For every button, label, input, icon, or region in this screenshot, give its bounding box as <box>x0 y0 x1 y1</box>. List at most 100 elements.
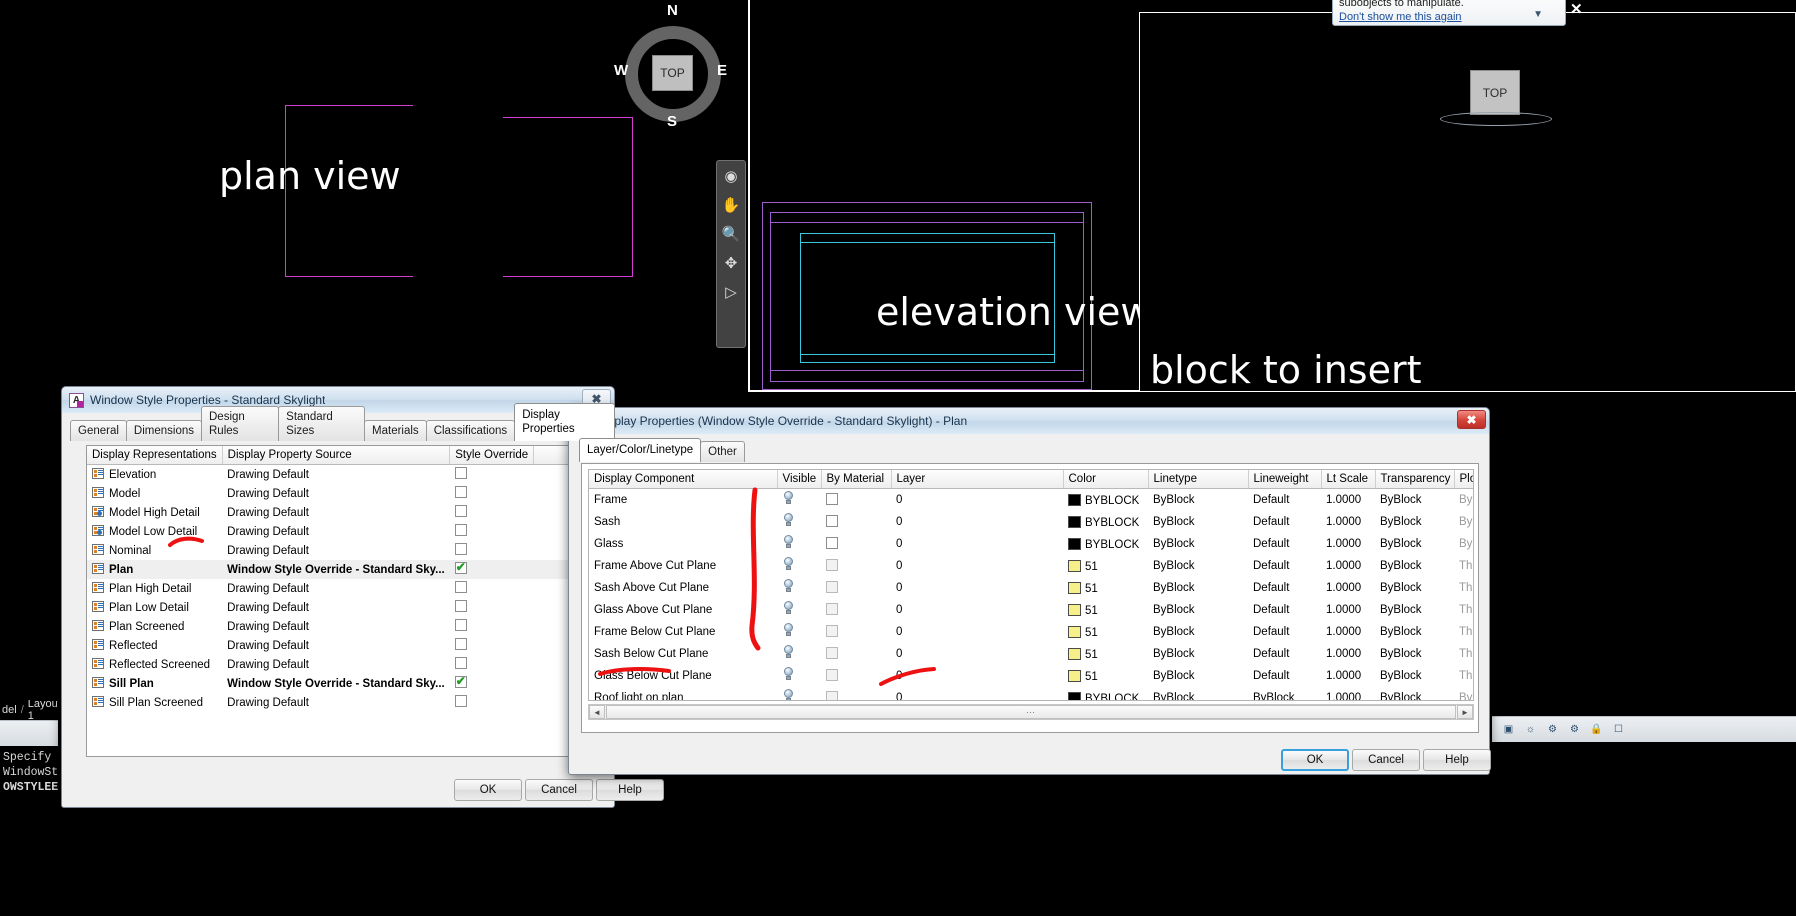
by-material-checkbox[interactable] <box>826 492 838 505</box>
table-row[interactable]: Sill Plan Screened Drawing Default <box>87 693 591 712</box>
tab-other[interactable]: Other <box>700 441 745 462</box>
style-override-checkbox[interactable] <box>454 581 467 593</box>
transparency-value[interactable]: ByBlock <box>1375 643 1454 665</box>
visible-bulb-icon[interactable] <box>782 645 795 660</box>
lock-icon[interactable]: 🔒 <box>1588 722 1605 738</box>
orbit-icon[interactable]: ✥ <box>718 252 744 274</box>
display-properties-cancel-button[interactable]: Cancel <box>1352 749 1420 771</box>
table-row[interactable]: Model Low Detail Drawing Default <box>87 522 591 541</box>
by-material-checkbox[interactable] <box>826 536 838 549</box>
showmotion-icon[interactable]: ▷ <box>718 281 744 303</box>
linetype-value[interactable]: ByBlock <box>1148 621 1248 643</box>
balloon-close-icon[interactable]: ✕ <box>1570 0 1583 18</box>
linetype-value[interactable]: ByBlock <box>1148 533 1248 555</box>
lt-scale-value[interactable]: 1.0000 <box>1321 687 1375 700</box>
style-override-checkbox[interactable] <box>454 657 467 669</box>
visible-bulb-icon[interactable] <box>782 601 795 616</box>
linetype-value[interactable]: ByBlock <box>1148 643 1248 665</box>
table-row-selected[interactable]: Plan Window Style Override - Standard Sk… <box>87 560 591 579</box>
lineweight-value[interactable]: Default <box>1248 533 1321 555</box>
transparency-value[interactable]: ByBlock <box>1375 665 1454 687</box>
lt-scale-value[interactable]: 1.0000 <box>1321 577 1375 599</box>
tab-design-rules[interactable]: Design Rules <box>201 406 280 441</box>
table-row[interactable]: Sash Above Cut Plane 0 51 ByBlock Defaul… <box>589 577 1473 599</box>
layer-value[interactable]: 0 <box>891 489 1063 512</box>
transparency-value[interactable]: ByBlock <box>1375 687 1454 700</box>
style-override-checkbox[interactable] <box>454 619 467 631</box>
table-row[interactable]: Nominal Drawing Default <box>87 541 591 560</box>
layer-value[interactable]: 0 <box>891 599 1063 621</box>
lt-scale-value[interactable]: 1.0000 <box>1321 665 1375 687</box>
style-override-checkbox[interactable] <box>454 467 467 479</box>
window-style-cancel-button[interactable]: Cancel <box>525 779 593 801</box>
layer-value[interactable]: 0 <box>891 577 1063 599</box>
lineweight-value[interactable]: Default <box>1248 577 1321 599</box>
visible-bulb-icon[interactable] <box>782 623 795 638</box>
by-material-checkbox[interactable] <box>826 624 838 637</box>
style-override-checkbox[interactable] <box>454 486 467 498</box>
display-properties-close-button[interactable]: ✖ <box>1457 410 1486 429</box>
layout-tab-layout1[interactable]: Layout 1 <box>28 700 58 720</box>
tab-display-properties[interactable]: Display Properties <box>514 403 615 441</box>
annotation-visibility-icon[interactable]: ☼ <box>1522 722 1539 738</box>
layer-value[interactable]: 0 <box>891 555 1063 577</box>
visible-bulb-icon[interactable] <box>782 513 795 528</box>
scroll-right-arrow-icon[interactable]: ► <box>1457 705 1473 719</box>
table-row[interactable]: Frame 0 BYBLOCK ByBlock Default 1.0000 B… <box>589 489 1473 512</box>
table-row[interactable]: Reflected Screened Drawing Default <box>87 655 591 674</box>
transparency-value[interactable]: ByBlock <box>1375 577 1454 599</box>
table-row[interactable]: Model High Detail Drawing Default <box>87 503 591 522</box>
lineweight-value[interactable]: Default <box>1248 599 1321 621</box>
lt-scale-value[interactable]: 1.0000 <box>1321 489 1375 512</box>
visible-bulb-icon[interactable] <box>782 557 795 572</box>
lt-scale-value[interactable]: 1.0000 <box>1321 533 1375 555</box>
table-row[interactable]: Plan High Detail Drawing Default <box>87 579 591 598</box>
layer-value[interactable]: 0 <box>891 665 1063 687</box>
layout-tab-model[interactable]: del <box>2 704 17 716</box>
window-style-properties-tabs[interactable]: General Dimensions Design Rules Standard… <box>62 403 615 441</box>
display-components-table[interactable]: Display Component Visible By Material La… <box>589 470 1473 700</box>
visible-bulb-icon[interactable] <box>782 667 795 682</box>
workspace-icon[interactable]: ⚙ <box>1566 722 1583 738</box>
tab-dimensions[interactable]: Dimensions <box>125 420 202 441</box>
lineweight-value[interactable]: ByBlock <box>1248 687 1321 700</box>
tab-classifications[interactable]: Classifications <box>425 420 516 441</box>
transparency-value[interactable]: ByBlock <box>1375 599 1454 621</box>
table-row[interactable]: Sill Plan Window Style Override - Standa… <box>87 674 591 693</box>
zoom-extents-icon[interactable]: 🔍 <box>718 223 744 245</box>
display-properties-help-button[interactable]: Help <box>1423 749 1491 771</box>
table-row[interactable]: Frame Below Cut Plane 0 51 ByBlock Defau… <box>589 621 1473 643</box>
table-row[interactable]: Model Drawing Default <box>87 484 591 503</box>
lineweight-value[interactable]: Default <box>1248 621 1321 643</box>
chevron-down-icon[interactable]: ▼ <box>1533 9 1543 20</box>
table-row[interactable]: Reflected Drawing Default <box>87 636 591 655</box>
lineweight-value[interactable]: Default <box>1248 511 1321 533</box>
by-material-checkbox[interactable] <box>826 690 838 700</box>
transparency-value[interactable]: ByBlock <box>1375 555 1454 577</box>
lineweight-value[interactable]: Default <box>1248 665 1321 687</box>
table-row[interactable]: Roof light on plan 0 BYBLOCK ByBlock ByB… <box>589 687 1473 700</box>
linetype-value[interactable]: ByBlock <box>1148 511 1248 533</box>
annotation-scale-icon[interactable]: ▣ <box>1500 722 1517 738</box>
style-override-checkbox[interactable] <box>454 560 467 574</box>
table-row[interactable]: Sash Below Cut Plane 0 51 ByBlock Defaul… <box>589 643 1473 665</box>
scroll-left-arrow-icon[interactable]: ◄ <box>589 705 605 719</box>
style-override-checkbox[interactable] <box>454 524 467 536</box>
lt-scale-value[interactable]: 1.0000 <box>1321 511 1375 533</box>
steering-wheel-icon[interactable]: ◉ <box>718 165 744 187</box>
linetype-value[interactable]: ByBlock <box>1148 687 1248 700</box>
display-components-horizontal-scrollbar[interactable]: ◄ ⋯ ► <box>588 704 1474 720</box>
lineweight-value[interactable]: Default <box>1248 555 1321 577</box>
layer-value[interactable]: 0 <box>891 643 1063 665</box>
tab-standard-sizes[interactable]: Standard Sizes <box>278 406 366 441</box>
status-bar-right[interactable]: ▣ ☼ ⚙ ⚙ 🔒 ☐ <box>1492 716 1796 742</box>
transparency-value[interactable]: ByBlock <box>1375 533 1454 555</box>
notification-balloon[interactable]: subobjects to manipulate. Don't show me … <box>1332 0 1566 26</box>
visible-bulb-icon[interactable] <box>782 491 795 506</box>
linetype-value[interactable]: ByBlock <box>1148 489 1248 512</box>
display-properties-titlebar[interactable]: A Display Properties (Window Style Overr… <box>569 408 1489 434</box>
table-row[interactable]: Elevation Drawing Default <box>87 465 591 485</box>
lt-scale-value[interactable]: 1.0000 <box>1321 555 1375 577</box>
lineweight-value[interactable]: Default <box>1248 643 1321 665</box>
navigation-bar[interactable]: ◉ ✋ 🔍 ✥ ▷ <box>716 160 746 348</box>
